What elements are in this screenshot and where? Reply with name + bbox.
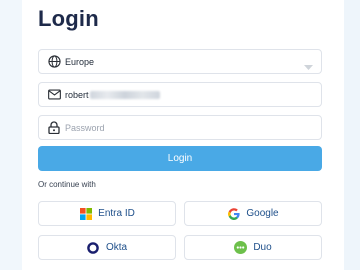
region-value: Europe xyxy=(65,56,95,67)
entra-id-label: Entra ID xyxy=(98,208,135,219)
login-button[interactable]: Login xyxy=(38,146,322,171)
background-panel xyxy=(344,0,360,270)
duo-label: Duo xyxy=(253,242,272,253)
google-icon xyxy=(227,207,240,220)
chevron-down-icon xyxy=(304,58,313,76)
email-value: robert xyxy=(65,89,89,100)
google-label: Google xyxy=(246,208,279,219)
okta-button[interactable]: Okta xyxy=(38,235,176,260)
duo-icon xyxy=(234,241,248,254)
login-card: Login Europe robert Password Login Or co… xyxy=(22,0,344,270)
redacted-email xyxy=(89,90,160,99)
page-title: Login xyxy=(38,6,99,31)
password-placeholder: Password xyxy=(65,122,105,133)
password-field[interactable]: Password xyxy=(38,115,322,140)
globe-icon xyxy=(47,55,61,69)
email-field[interactable]: robert xyxy=(38,82,322,107)
entra-id-button[interactable]: Entra ID xyxy=(38,201,176,226)
okta-icon xyxy=(87,241,100,254)
google-button[interactable]: Google xyxy=(184,201,322,226)
mail-icon xyxy=(47,88,61,102)
continue-with-label: Or continue with xyxy=(38,180,96,189)
okta-label: Okta xyxy=(105,242,128,253)
region-select[interactable]: Europe xyxy=(38,49,322,74)
lock-icon xyxy=(47,121,61,135)
microsoft-icon xyxy=(79,207,92,220)
duo-button[interactable]: Duo xyxy=(184,235,322,260)
